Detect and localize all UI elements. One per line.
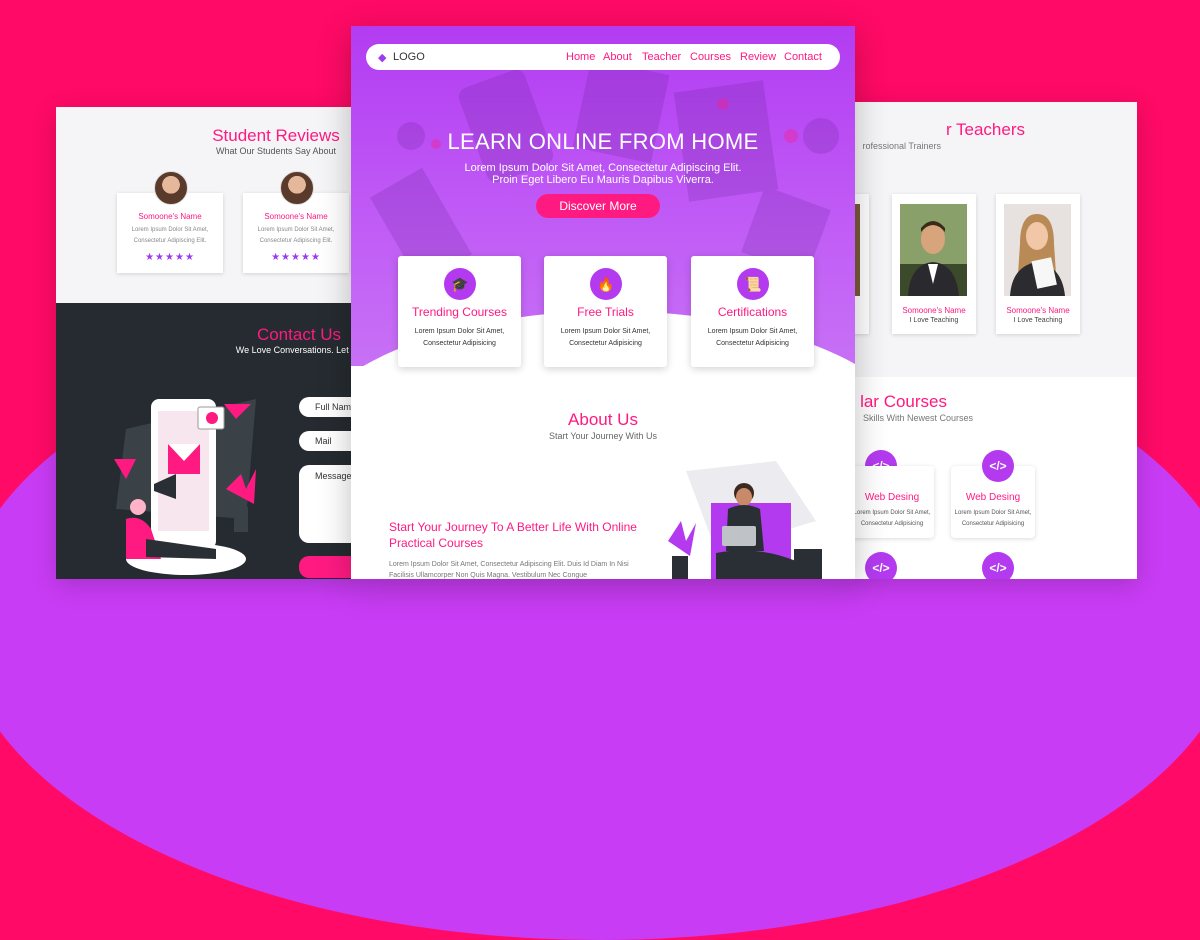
logo[interactable]: LOGO	[393, 51, 425, 63]
flame-icon: 🔥	[590, 268, 622, 300]
nav-courses[interactable]: Courses	[690, 51, 731, 63]
course-name: Web Desing	[965, 492, 1021, 503]
nav-review[interactable]: Review	[740, 51, 776, 63]
reviews-subtitle: What Our Students Say About	[215, 146, 337, 156]
hero-title: LEARN ONLINE FROM HOME	[447, 129, 759, 154]
teacher-role: I Love Teaching	[1013, 317, 1063, 324]
message-field[interactable]: Message	[299, 465, 354, 543]
mail-field[interactable]: Mail	[299, 431, 354, 451]
teacher-name: Somoone's Name	[902, 306, 966, 315]
reviewer-name: Somoone's Name	[264, 212, 328, 221]
about-title: About Us	[568, 410, 638, 429]
contact-section: Contact Us We Love Conversations. Let Us…	[56, 303, 354, 579]
teachers-courses-page: r Teachers rofessional Trainers me Somoo…	[845, 102, 1137, 579]
about-text: Lorem Ipsum Dolor Sit Amet, Consectetur …	[389, 561, 629, 579]
teacher-name: Somoone's Name	[1006, 306, 1070, 315]
graduation-cap-icon: 🎓	[444, 268, 476, 300]
teacher-role: I Love Teaching	[909, 317, 959, 324]
courses-title: lar Courses	[860, 392, 947, 411]
nav-about[interactable]: About	[603, 51, 632, 63]
feature-title: Free Trials	[577, 305, 634, 319]
course-text: Lorem Ipsum Dolor Sit Amet, Consectetur …	[853, 510, 931, 527]
avatar	[154, 171, 188, 205]
course-name: Web Desing	[864, 492, 920, 503]
review-card: Somoone's Name Lorem Ipsum Dolor Sit Ame…	[243, 171, 349, 273]
teacher-card: Somoone's Name I Love Teaching	[892, 194, 976, 334]
contact-subtitle: We Love Conversations. Let Us	[235, 345, 354, 355]
reviews-title: Student Reviews	[212, 126, 340, 145]
contact-title: Contact Us	[256, 325, 342, 344]
feature-card-free-trials[interactable]: 🔥 Free Trials Lorem Ipsum Dolor Sit Amet…	[544, 256, 667, 367]
teacher-card: Somoone's Name I Love Teaching	[996, 194, 1080, 334]
contact-illustration	[114, 399, 256, 575]
send-button[interactable]	[299, 556, 354, 578]
star-rating: ★★★★★	[145, 252, 195, 263]
course-card[interactable]: Web Desing Lorem Ipsum Dolor Sit Amet, C…	[850, 466, 934, 538]
courses-subtitle: Skills With Newest Courses	[862, 413, 973, 423]
avatar	[280, 171, 314, 205]
top-navbar: ◆ LOGO Home About Teacher Courses Review…	[366, 44, 840, 70]
teachers-title: r Teachers	[945, 120, 1025, 139]
feature-card-certifications[interactable]: 📜 Certifications Lorem Ipsum Dolor Sit A…	[691, 256, 814, 367]
nav-teacher[interactable]: Teacher	[642, 51, 681, 63]
reviews-contact-page: Student Reviews What Our Students Say Ab…	[56, 107, 354, 579]
reviewer-name: Somoone's Name	[138, 212, 202, 221]
review-text: Lorem Ipsum Dolor Sit Amet, Consectetur …	[131, 227, 209, 244]
about-heading: Start Your Journey To A Better Life With…	[389, 520, 637, 550]
popular-courses-section: lar Courses Skills With Newest Courses <…	[845, 377, 1137, 579]
teacher-photo	[1004, 204, 1071, 296]
about-illustration	[668, 461, 822, 579]
home-page: ◆ LOGO Home About Teacher Courses Review…	[351, 26, 855, 579]
review-text: Lorem Ipsum Dolor Sit Amet, Consectetur …	[257, 227, 335, 244]
nav-home[interactable]: Home	[566, 51, 595, 63]
layers-icon: ◆	[378, 52, 387, 64]
certificate-icon: 📜	[737, 268, 769, 300]
feature-title: Trending Courses	[412, 305, 507, 319]
hero-subtitle: Lorem Ipsum Dolor Sit Amet, Consectetur …	[464, 162, 742, 186]
about-subtitle: Start Your Journey With Us	[548, 431, 658, 441]
code-icon: </>	[982, 450, 1014, 482]
feature-text: Lorem Ipsum Dolor Sit Amet, Consectetur …	[414, 328, 505, 347]
full-name-field[interactable]: Full Name	[299, 397, 354, 417]
code-icon: </>	[865, 552, 897, 579]
star-rating: ★★★★★	[271, 252, 321, 263]
discover-more-button[interactable]: Discover More	[536, 194, 660, 218]
feature-text: Lorem Ipsum Dolor Sit Amet, Consectetur …	[560, 328, 651, 347]
review-card: Somoone's Name Lorem Ipsum Dolor Sit Ame…	[117, 171, 223, 273]
teacher-photo	[900, 204, 967, 296]
feature-card-trending[interactable]: 🎓 Trending Courses Lorem Ipsum Dolor Sit…	[398, 256, 521, 367]
nav-contact[interactable]: Contact	[784, 51, 822, 63]
course-text: Lorem Ipsum Dolor Sit Amet, Consectetur …	[954, 510, 1032, 527]
teachers-subtitle: rofessional Trainers	[862, 141, 941, 151]
code-icon: </>	[982, 552, 1014, 579]
feature-title: Certifications	[717, 305, 788, 319]
feature-text: Lorem Ipsum Dolor Sit Amet, Consectetur …	[707, 328, 798, 347]
